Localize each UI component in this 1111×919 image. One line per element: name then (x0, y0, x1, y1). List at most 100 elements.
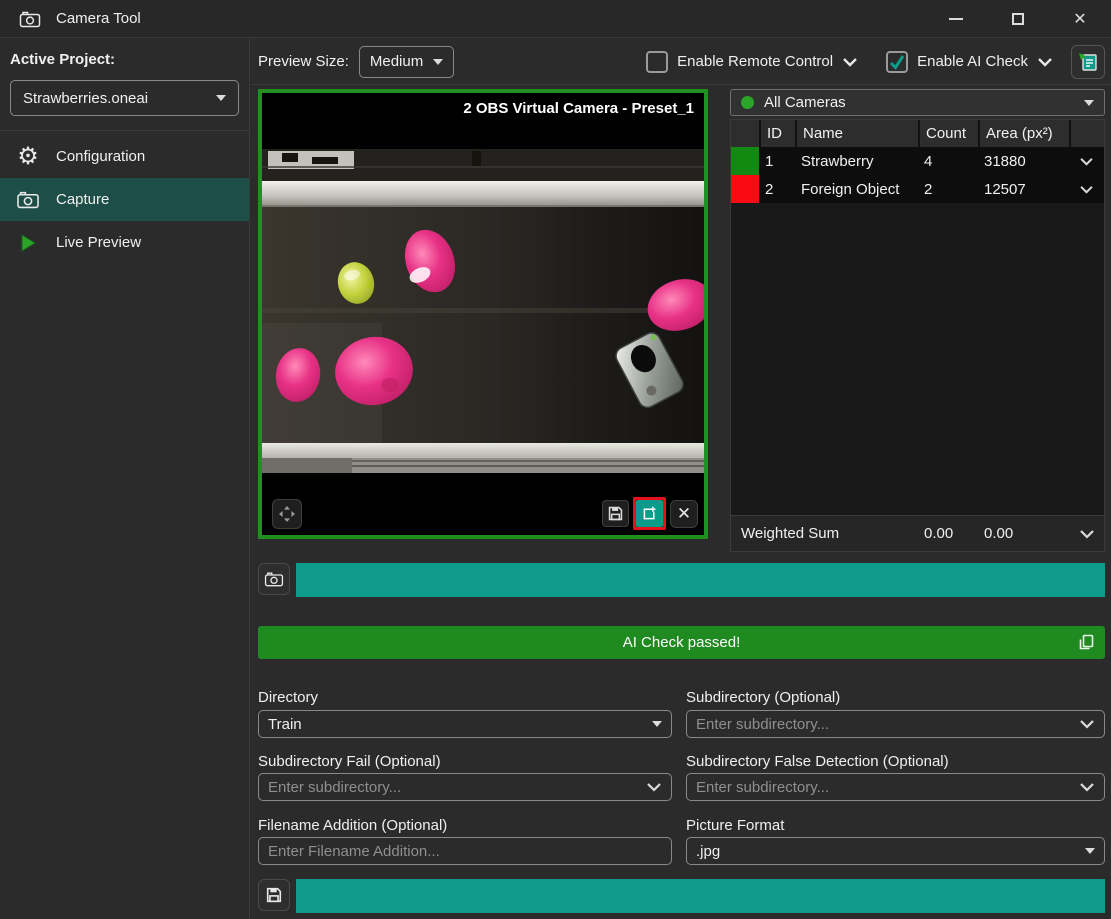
camera-icon (16, 10, 44, 28)
directory-value: Train (268, 716, 302, 733)
col-header-count: Count (918, 120, 978, 147)
project-select-value: Strawberries.oneai (23, 90, 148, 107)
capture-button[interactable] (258, 563, 290, 595)
save-frame-button[interactable] (602, 500, 629, 527)
active-project-label: Active Project: (10, 51, 239, 68)
capture-progress-bar (296, 563, 1105, 597)
ai-check-label: Enable AI Check (917, 53, 1028, 70)
close-icon: ✕ (677, 504, 691, 524)
weighted-sum-label: Weighted Sum (731, 516, 918, 551)
save-button[interactable] (258, 879, 290, 911)
table-row[interactable]: 1 Strawberry 4 31880 (731, 147, 1104, 175)
ai-check-status-text: AI Check passed! (623, 634, 741, 651)
close-button[interactable]: ✕ (1049, 0, 1111, 38)
save-icon (607, 505, 624, 522)
detections-table-header: ID Name Count Area (px²) (731, 120, 1104, 147)
camera-icon (14, 190, 42, 209)
row-id: 1 (759, 147, 795, 175)
popout-highlight (633, 497, 666, 530)
close-icon: ✕ (1073, 9, 1086, 29)
col-header-name: Name (795, 120, 918, 147)
chevron-down-icon[interactable] (842, 57, 858, 67)
sidebar-item-live-preview[interactable]: Live Preview (0, 221, 249, 264)
subdirectory-fail-input[interactable] (268, 779, 646, 796)
camera-icon (264, 571, 284, 587)
chevron-down-icon (646, 782, 662, 792)
camera-tool-window: Camera Tool ✕ Active Project: Strawberri… (0, 0, 1111, 919)
minimize-button[interactable] (925, 0, 987, 38)
filename-addition-input[interactable] (268, 843, 662, 860)
filename-addition-label: Filename Addition (Optional) (258, 817, 672, 834)
subdirectory-false-detection-label: Subdirectory False Detection (Optional) (686, 753, 1105, 770)
camera-preview-image (262, 93, 704, 535)
copy-icon (1076, 632, 1096, 652)
directory-label: Directory (258, 689, 672, 706)
ai-check-checkbox[interactable] (886, 51, 908, 73)
checkmark-icon (891, 56, 903, 68)
export-report-button[interactable] (1071, 45, 1105, 79)
table-row[interactable]: 2 Foreign Object 2 12507 (731, 175, 1104, 203)
status-dot-icon (741, 96, 754, 109)
directory-select[interactable]: Train (258, 710, 672, 738)
minimize-icon (949, 18, 963, 20)
weighted-sum-area: 0.00 (978, 516, 1069, 551)
sidebar-item-capture[interactable]: Capture (0, 178, 249, 221)
row-expand-button[interactable] (1069, 175, 1104, 203)
copy-button[interactable] (1076, 632, 1096, 652)
move-icon (278, 505, 296, 523)
chevron-down-icon (1079, 157, 1094, 166)
camera-filter-value: All Cameras (764, 94, 846, 111)
sidebar-item-label: Live Preview (56, 234, 141, 251)
chevron-down-icon[interactable] (1037, 57, 1053, 67)
class-color-swatch (731, 175, 759, 203)
camera-filter-select[interactable]: All Cameras (730, 89, 1105, 116)
chevron-down-icon (1079, 185, 1094, 194)
preview-source-title: 2 OBS Virtual Camera - Preset_1 (463, 100, 694, 117)
subdirectory-false-detection-input[interactable] (696, 779, 1079, 796)
picture-format-value: .jpg (696, 843, 720, 860)
row-count: 2 (918, 175, 978, 203)
chevron-down-icon (1079, 782, 1095, 792)
popout-preview-button[interactable] (636, 500, 663, 527)
row-name: Strawberry (795, 147, 918, 175)
row-expand-button[interactable] (1069, 147, 1104, 175)
subdirectory-fail-label: Subdirectory Fail (Optional) (258, 753, 672, 770)
detections-panel: ID Name Count Area (px²) 1 Strawberry 4 … (730, 119, 1105, 552)
report-icon (1077, 51, 1099, 73)
window-title: Camera Tool (56, 10, 141, 27)
play-icon (14, 234, 42, 252)
weighted-sum-expand-button[interactable] (1069, 516, 1104, 551)
filename-addition-field[interactable] (258, 837, 672, 865)
remote-control-checkbox[interactable] (646, 51, 668, 73)
preview-size-label: Preview Size: (258, 53, 349, 70)
sidebar-item-label: Capture (56, 191, 109, 208)
row-area: 31880 (978, 147, 1069, 175)
project-select[interactable]: Strawberries.oneai (10, 80, 239, 116)
dropdown-arrow-icon (652, 721, 662, 727)
col-header-area: Area (px²) (978, 120, 1069, 147)
picture-format-select[interactable]: .jpg (686, 837, 1105, 865)
subdirectory-label: Subdirectory (Optional) (686, 689, 1105, 706)
preview-size-select[interactable]: Medium (359, 46, 454, 78)
preview-size-value: Medium (370, 53, 423, 70)
close-preview-button[interactable]: ✕ (670, 500, 698, 528)
remote-control-label: Enable Remote Control (677, 53, 833, 70)
gear-icon: ⚙ (14, 145, 42, 169)
row-count: 4 (918, 147, 978, 175)
subdirectory-combo[interactable] (686, 710, 1105, 738)
chevron-down-icon (1079, 719, 1095, 729)
sidebar-item-configuration[interactable]: ⚙ Configuration (0, 135, 249, 178)
row-name: Foreign Object (795, 175, 918, 203)
move-preview-button[interactable] (272, 499, 302, 529)
ai-check-status-bar: AI Check passed! (258, 626, 1105, 659)
maximize-icon (1012, 13, 1024, 25)
maximize-button[interactable] (987, 0, 1049, 38)
title-bar: Camera Tool ✕ (0, 0, 1111, 38)
subdirectory-false-detection-combo[interactable] (686, 773, 1105, 801)
class-color-swatch (731, 147, 759, 175)
picture-format-label: Picture Format (686, 817, 1105, 834)
chevron-down-icon (1079, 529, 1095, 539)
subdirectory-fail-combo[interactable] (258, 773, 672, 801)
preview-controls: ✕ (272, 497, 698, 530)
subdirectory-input[interactable] (696, 716, 1079, 733)
